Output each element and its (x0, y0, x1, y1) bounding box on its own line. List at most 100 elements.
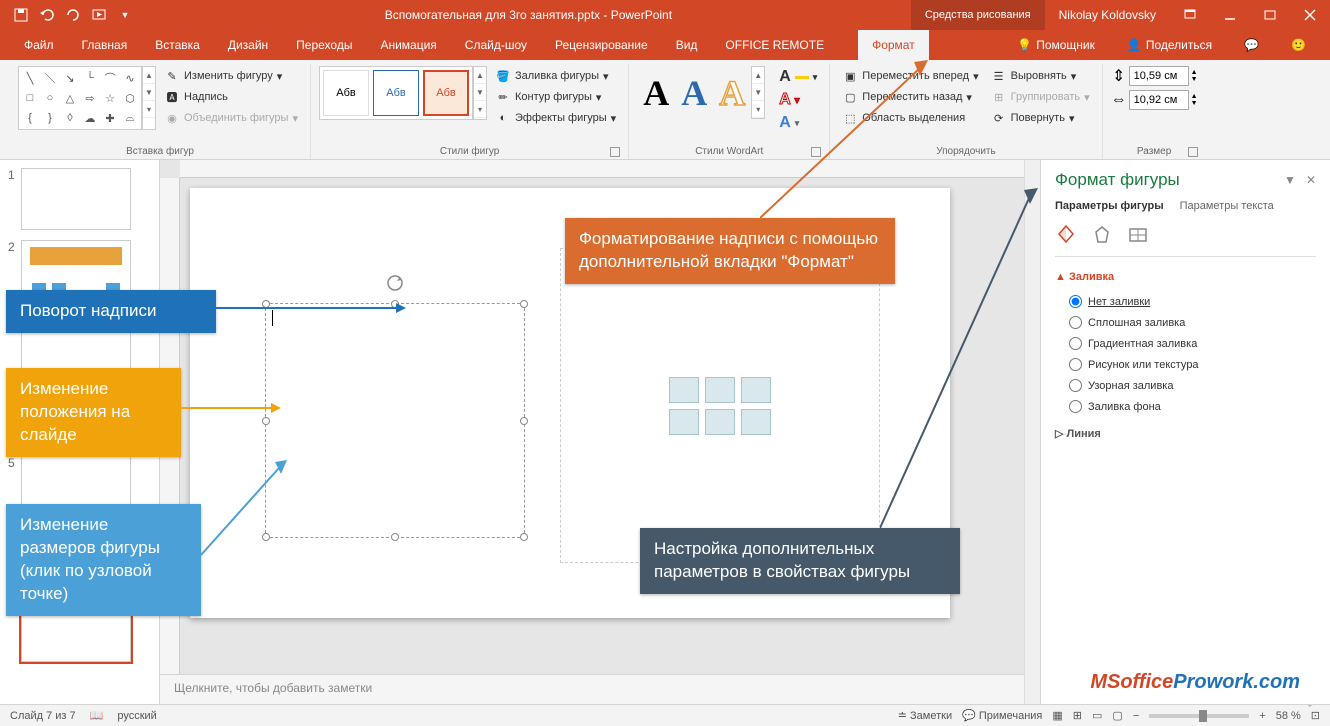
style-item-3[interactable]: Абв (423, 70, 469, 116)
shape-triangle-icon[interactable]: △ (61, 89, 79, 107)
text-outline-button[interactable]: A ▾ (775, 89, 821, 111)
comments-toggle[interactable]: 💬 Примечания (962, 709, 1042, 722)
shapes-gallery[interactable]: ╲ ＼ ↘ └ ⌒ ∿ □ ○ △ ⇨ ☆ ⬡ { } ◊ ☁ ✚ (18, 66, 142, 130)
handle-bl[interactable] (262, 533, 270, 541)
shape-styles-launcher[interactable] (610, 147, 620, 157)
fill-line-icon[interactable] (1055, 224, 1077, 246)
vertical-scrollbar[interactable] (1024, 160, 1040, 704)
wordart-item-1[interactable]: А (643, 72, 669, 114)
size-props-icon[interactable] (1127, 224, 1149, 246)
start-slideshow-icon[interactable] (88, 4, 110, 26)
wordart-item-3[interactable]: А (719, 72, 745, 114)
line-section-header[interactable]: ▷ Линия (1055, 427, 1316, 440)
tab-shape-options[interactable]: Параметры фигуры (1055, 200, 1164, 212)
content-placeholder[interactable] (560, 248, 880, 563)
zoom-slider[interactable] (1149, 714, 1249, 718)
save-icon[interactable] (10, 4, 32, 26)
notes-pane[interactable]: Щелкните, чтобы добавить заметки (160, 674, 1024, 704)
minimize-icon[interactable] (1210, 0, 1250, 30)
handle-br[interactable] (520, 533, 528, 541)
redo-icon[interactable] (62, 4, 84, 26)
language-indicator[interactable]: русский (117, 710, 156, 722)
handle-tl[interactable] (262, 300, 270, 308)
width-down[interactable]: ▼ (1191, 100, 1198, 107)
wordart-gallery[interactable]: А А А (637, 66, 751, 119)
maximize-icon[interactable] (1250, 0, 1290, 30)
handle-tm[interactable] (391, 300, 399, 308)
shape-cloud-icon[interactable]: ☁ (81, 109, 99, 127)
fill-pattern-radio[interactable]: Узорная заливка (1055, 375, 1316, 396)
width-input[interactable] (1129, 90, 1189, 110)
spellcheck-icon[interactable]: 📖 (90, 709, 104, 722)
close-icon[interactable] (1290, 0, 1330, 30)
shape-arc-icon[interactable]: ⌓ (121, 109, 139, 127)
handle-ml[interactable] (262, 417, 270, 425)
selected-textbox[interactable] (265, 303, 525, 538)
insert-smartart-icon[interactable] (741, 377, 771, 403)
tab-office-remote[interactable]: OFFICE REMOTE (711, 30, 838, 60)
shapes-gallery-nav[interactable]: ▲▼▾ (142, 66, 156, 130)
align-button[interactable]: ☰Выровнять ▾ (987, 66, 1094, 86)
shape-fill-button[interactable]: 🪣Заливка фигуры ▾ (491, 66, 620, 86)
shape-line-icon[interactable]: ╲ (21, 69, 39, 87)
notes-toggle[interactable]: ≐ Заметки (898, 709, 952, 722)
slide-indicator[interactable]: Слайд 7 из 7 (10, 710, 76, 722)
tab-review[interactable]: Рецензирование (541, 30, 662, 60)
shape-connector-icon[interactable]: ↘ (61, 69, 79, 87)
reading-view-icon[interactable]: ▭ (1092, 709, 1102, 722)
edit-shape-button[interactable]: ✎Изменить фигуру ▾ (160, 66, 302, 86)
shape-styles-gallery[interactable]: Абв Абв Абв (319, 66, 473, 120)
shape-brace2-icon[interactable]: } (41, 109, 59, 127)
style-item-1[interactable]: Абв (323, 70, 369, 116)
tab-share[interactable]: 👤Поделиться (1113, 30, 1226, 60)
zoom-level[interactable]: 58 % (1276, 710, 1301, 722)
pane-options-icon[interactable]: ▼ (1284, 173, 1296, 187)
fill-gradient-radio[interactable]: Градиентная заливка (1055, 333, 1316, 354)
handle-tr[interactable] (520, 300, 528, 308)
tab-home[interactable]: Главная (68, 30, 142, 60)
insert-table-icon[interactable] (669, 377, 699, 403)
size-launcher[interactable] (1188, 147, 1198, 157)
tab-helper[interactable]: 💡Помощник (1003, 30, 1109, 60)
insert-chart-icon[interactable] (705, 377, 735, 403)
collapse-ribbon-icon[interactable]: ˇ (1308, 704, 1324, 720)
shape-callout-icon[interactable]: ◊ (61, 109, 79, 127)
shape-elbow-icon[interactable]: └ (81, 69, 99, 87)
tab-insert[interactable]: Вставка (141, 30, 214, 60)
slide-thumb-1[interactable]: 1 (8, 168, 151, 230)
height-input[interactable] (1129, 66, 1189, 86)
tab-format[interactable]: Формат (858, 30, 929, 60)
rotation-handle[interactable] (386, 274, 404, 292)
zoom-out-icon[interactable]: − (1133, 710, 1139, 722)
fill-picture-radio[interactable]: Рисунок или текстура (1055, 354, 1316, 375)
wordart-item-2[interactable]: А (681, 72, 707, 114)
height-up[interactable]: ▲ (1191, 69, 1198, 76)
shape-freeform-icon[interactable]: ∿ (121, 69, 139, 87)
pane-close-icon[interactable]: ✕ (1306, 173, 1316, 187)
ribbon-options-icon[interactable] (1170, 0, 1210, 30)
shape-effects-button[interactable]: ◐Эффекты фигуры ▾ (491, 108, 620, 128)
send-backward-button[interactable]: ▢Переместить назад ▾ (838, 87, 982, 107)
insert-picture-icon[interactable] (669, 409, 699, 435)
handle-mr[interactable] (520, 417, 528, 425)
shape-rect-icon[interactable]: □ (21, 89, 39, 107)
selection-pane-button[interactable]: ⬚Область выделения (838, 108, 982, 128)
normal-view-icon[interactable]: ▦ (1052, 709, 1062, 722)
tab-animations[interactable]: Анимация (366, 30, 450, 60)
text-box-button[interactable]: 🅰Надпись (160, 87, 302, 107)
fill-section-header[interactable]: ▲ Заливка (1055, 271, 1316, 283)
handle-bm[interactable] (391, 533, 399, 541)
wordart-launcher[interactable] (811, 147, 821, 157)
shape-hex-icon[interactable]: ⬡ (121, 89, 139, 107)
tab-transitions[interactable]: Переходы (282, 30, 366, 60)
tab-comments-icon[interactable]: 💬 (1230, 30, 1273, 60)
shape-oval-icon[interactable]: ○ (41, 89, 59, 107)
tab-design[interactable]: Дизайн (214, 30, 282, 60)
text-effects-button[interactable]: A ▾ (775, 112, 821, 134)
user-name[interactable]: Nikolay Koldovsky (1045, 8, 1170, 22)
width-up[interactable]: ▲ (1191, 93, 1198, 100)
shape-brace-icon[interactable]: { (21, 109, 39, 127)
undo-icon[interactable] (36, 4, 58, 26)
qat-dropdown-icon[interactable]: ▼ (114, 4, 136, 26)
tab-slideshow[interactable]: Слайд-шоу (451, 30, 541, 60)
